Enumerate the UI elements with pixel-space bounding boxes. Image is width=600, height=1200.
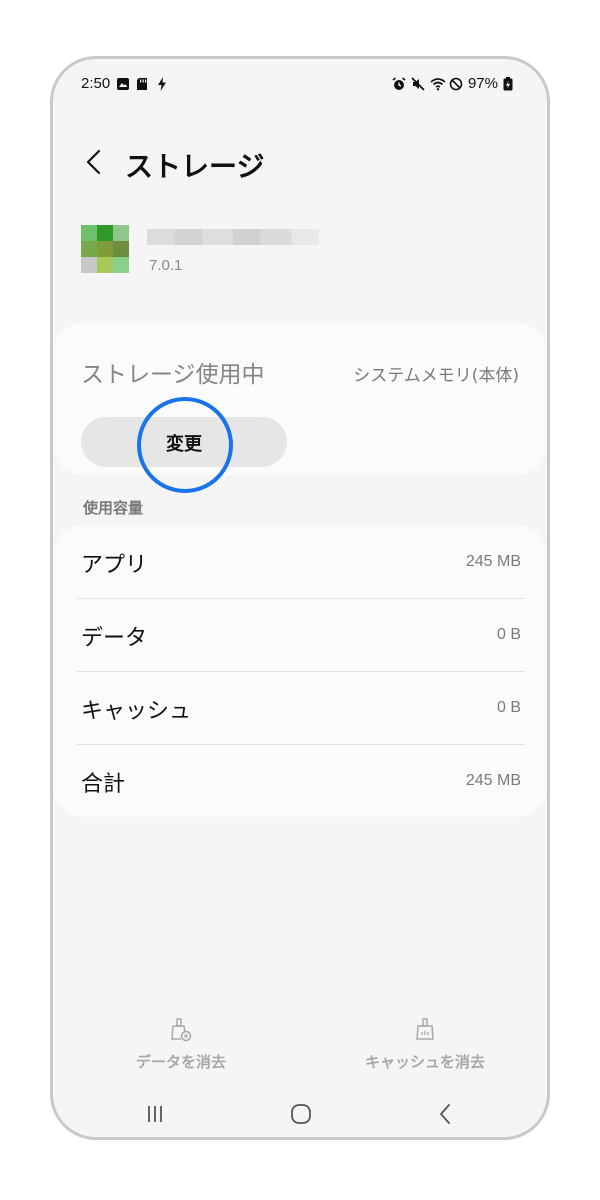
usage-row-value: 245 MB: [465, 772, 521, 789]
app-version: 7.0.1: [149, 257, 183, 274]
clear-cache-icon: [416, 1018, 434, 1040]
back-icon: [440, 1104, 450, 1124]
battery-icon: [503, 76, 517, 91]
status-time: 2:50: [81, 75, 111, 92]
usage-row-label: 合計: [81, 772, 126, 797]
do-not-disturb-icon: [449, 77, 463, 91]
usage-row-data: データ 0 B: [77, 598, 525, 671]
home-icon: [291, 1104, 311, 1124]
nav-back-button[interactable]: [425, 1099, 465, 1129]
back-button[interactable]: [79, 145, 109, 179]
storage-value: システムメモリ(本体): [353, 366, 519, 386]
navigation-bar: [53, 1089, 547, 1137]
usage-row-value: 0 B: [496, 626, 521, 643]
usage-row-value: 245 MB: [465, 553, 521, 570]
status-right: 97%: [392, 75, 517, 92]
clear-cache-label: キャッシュを消去: [364, 1053, 485, 1071]
page-title: ストレージ: [125, 150, 265, 183]
clear-data-label: データを消去: [135, 1053, 226, 1071]
clear-data-icon: [171, 1018, 192, 1042]
clear-data-button[interactable]: データを消去: [91, 1017, 271, 1077]
gallery-icon: [116, 77, 130, 91]
usage-row-total: 合計 245 MB: [77, 744, 525, 817]
status-bar: 2:50 97%: [53, 59, 547, 111]
chevron-left-icon: [86, 149, 101, 175]
usage-section-label: 使用容量: [83, 499, 144, 517]
alarm-icon: [392, 76, 406, 91]
usage-row-value: 0 B: [496, 699, 521, 716]
usage-row-label: アプリ: [81, 553, 148, 578]
status-left: 2:50: [81, 75, 170, 92]
storage-label: ストレージ使用中: [81, 362, 265, 388]
battery-percent: 97%: [467, 75, 498, 92]
mute-icon: [411, 76, 425, 91]
bottom-actions: データを消去 キャッシュを消去: [53, 1017, 547, 1077]
app-icon: [81, 225, 129, 273]
recents-icon: [148, 1106, 162, 1122]
app-info: 7.0.1: [81, 225, 521, 285]
home-button[interactable]: [281, 1099, 321, 1129]
recents-button[interactable]: [135, 1099, 175, 1129]
clear-cache-button[interactable]: キャッシュを消去: [335, 1017, 515, 1077]
usage-row-apps: アプリ 245 MB: [77, 525, 525, 598]
header: ストレージ: [53, 139, 547, 185]
sd-card-icon: [136, 77, 150, 91]
wifi-icon: [430, 77, 446, 91]
app-name-redacted: [147, 229, 319, 245]
storage-card: ストレージ使用中 システムメモリ(本体) 変更: [53, 323, 547, 493]
usage-row-label: キャッシュ: [81, 699, 192, 724]
usage-row-label: データ: [81, 626, 148, 651]
highlight-circle: [137, 397, 233, 493]
usage-row-cache: キャッシュ 0 B: [77, 671, 525, 744]
charging-bolt-icon: [156, 76, 170, 91]
usage-card: アプリ 245 MB データ 0 B キャッシュ 0 B 合計 245 MB: [53, 525, 547, 817]
phone-frame: 2:50 97% ストレージ 7.0.1 ストレージ使用中 システムメモリ(本体…: [50, 56, 550, 1140]
